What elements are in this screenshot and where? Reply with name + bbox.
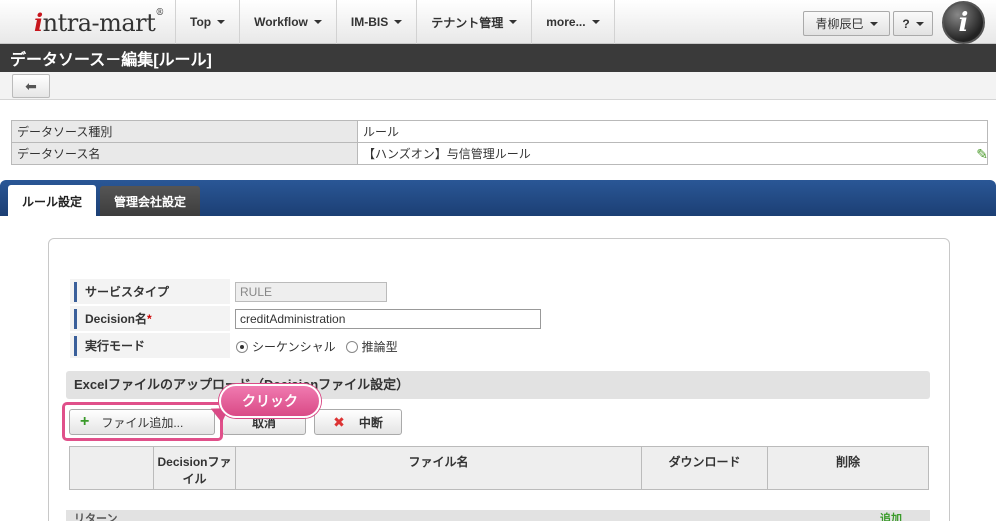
return-label: リターン <box>74 513 118 521</box>
chevron-down-icon <box>591 20 600 24</box>
info-value: 【ハンズオン】与信管理ルール <box>357 142 988 165</box>
form-value: creditAdministration <box>230 306 928 332</box>
file-table: Decisionファイル ファイル名 ダウンロード 削除 <box>69 446 929 490</box>
user-menu-button[interactable]: 青柳辰巳 <box>803 11 890 36</box>
pencil-icon[interactable]: ✎ <box>976 146 988 163</box>
radio-sequential[interactable] <box>236 340 248 353</box>
required-mark: * <box>147 312 152 326</box>
column-header <box>69 446 154 490</box>
column-header-download: ダウンロード <box>641 446 768 490</box>
service-type-field: RULE <box>235 282 387 302</box>
upload-section-title: Excelファイルのアップロード（Decisionファイル設定） <box>66 371 930 399</box>
table-row: データソース種別 ルール <box>11 120 988 143</box>
chevron-down-icon <box>217 20 226 24</box>
chevron-down-icon <box>869 21 878 26</box>
highlight-box <box>62 402 223 441</box>
exec-mode-label: 実行モード <box>74 336 145 356</box>
click-callout: クリック <box>219 384 321 418</box>
menu-top[interactable]: Top <box>175 0 239 44</box>
info-key: データソース種別 <box>11 120 358 143</box>
page-title: データソース－編集[ルール] <box>0 44 996 72</box>
main-menu: Top Workflow IM-BIS テナント管理 more... <box>175 0 615 44</box>
arrow-left-icon: ⬅ <box>25 77 37 94</box>
chevron-down-icon <box>915 21 924 26</box>
form-row-exec-mode: 実行モード シーケンシャル 推論型 <box>70 333 928 359</box>
info-key: データソース名 <box>11 142 358 165</box>
decision-label: Decision名* <box>74 309 152 329</box>
table-row: データソース名 【ハンズオン】与信管理ルール <box>11 142 988 165</box>
help-button[interactable]: ? <box>893 11 933 36</box>
form-value: シーケンシャル 推論型 <box>230 333 928 359</box>
column-header-file-name: ファイル名 <box>235 446 642 490</box>
menu-more[interactable]: more... <box>531 0 615 44</box>
menu-im-bis[interactable]: IM-BIS <box>335 0 416 44</box>
form-row-service-type: サービスタイプ RULE <box>70 279 928 305</box>
chevron-down-icon <box>313 20 322 24</box>
column-header-delete: 削除 <box>767 446 929 490</box>
close-icon: ✖ <box>333 413 345 430</box>
exec-mode-radios: シーケンシャル 推論型 <box>236 338 398 355</box>
add-return-link[interactable]: 追加 <box>880 510 902 521</box>
service-type-label: サービスタイプ <box>74 282 169 302</box>
tab-company-settings[interactable]: 管理会社設定 <box>100 186 200 216</box>
return-section-head <box>66 510 930 521</box>
stop-button[interactable]: ✖ 中断 <box>314 409 402 435</box>
tab-rule-settings[interactable]: ルール設定 <box>8 185 96 217</box>
datasource-info-table: データソース種別 ルール データソース名 【ハンズオン】与信管理ルール <box>11 120 988 165</box>
table-header-row: Decisionファイル ファイル名 ダウンロード 削除 <box>69 446 929 490</box>
tab-bar: ルール設定 管理会社設定 <box>0 180 996 217</box>
radio-sequential-label[interactable]: シーケンシャル <box>252 338 336 355</box>
info-value: ルール <box>357 120 988 143</box>
back-button[interactable]: ⬅ <box>12 74 50 98</box>
form-value: RULE <box>230 279 928 305</box>
form-row-decision: Decision名* creditAdministration <box>70 306 928 332</box>
chevron-down-icon <box>509 20 518 24</box>
info-logo-icon[interactable]: i <box>942 1 985 44</box>
intra-mart-logo[interactable]: intra-mart® <box>34 8 164 37</box>
decision-name-input[interactable]: creditAdministration <box>235 309 541 329</box>
top-navbar: intra-mart® Top Workflow IM-BIS テナント管理 m… <box>0 0 996 44</box>
menu-tenant-admin[interactable]: テナント管理 <box>416 0 531 44</box>
menu-workflow[interactable]: Workflow <box>239 0 336 44</box>
radio-inference[interactable] <box>345 340 358 353</box>
toolbar: ⬅ <box>0 72 996 100</box>
chevron-down-icon <box>394 20 403 24</box>
radio-inference-label[interactable]: 推論型 <box>362 338 398 355</box>
column-header-decision-file: Decisionファイル <box>153 446 236 490</box>
